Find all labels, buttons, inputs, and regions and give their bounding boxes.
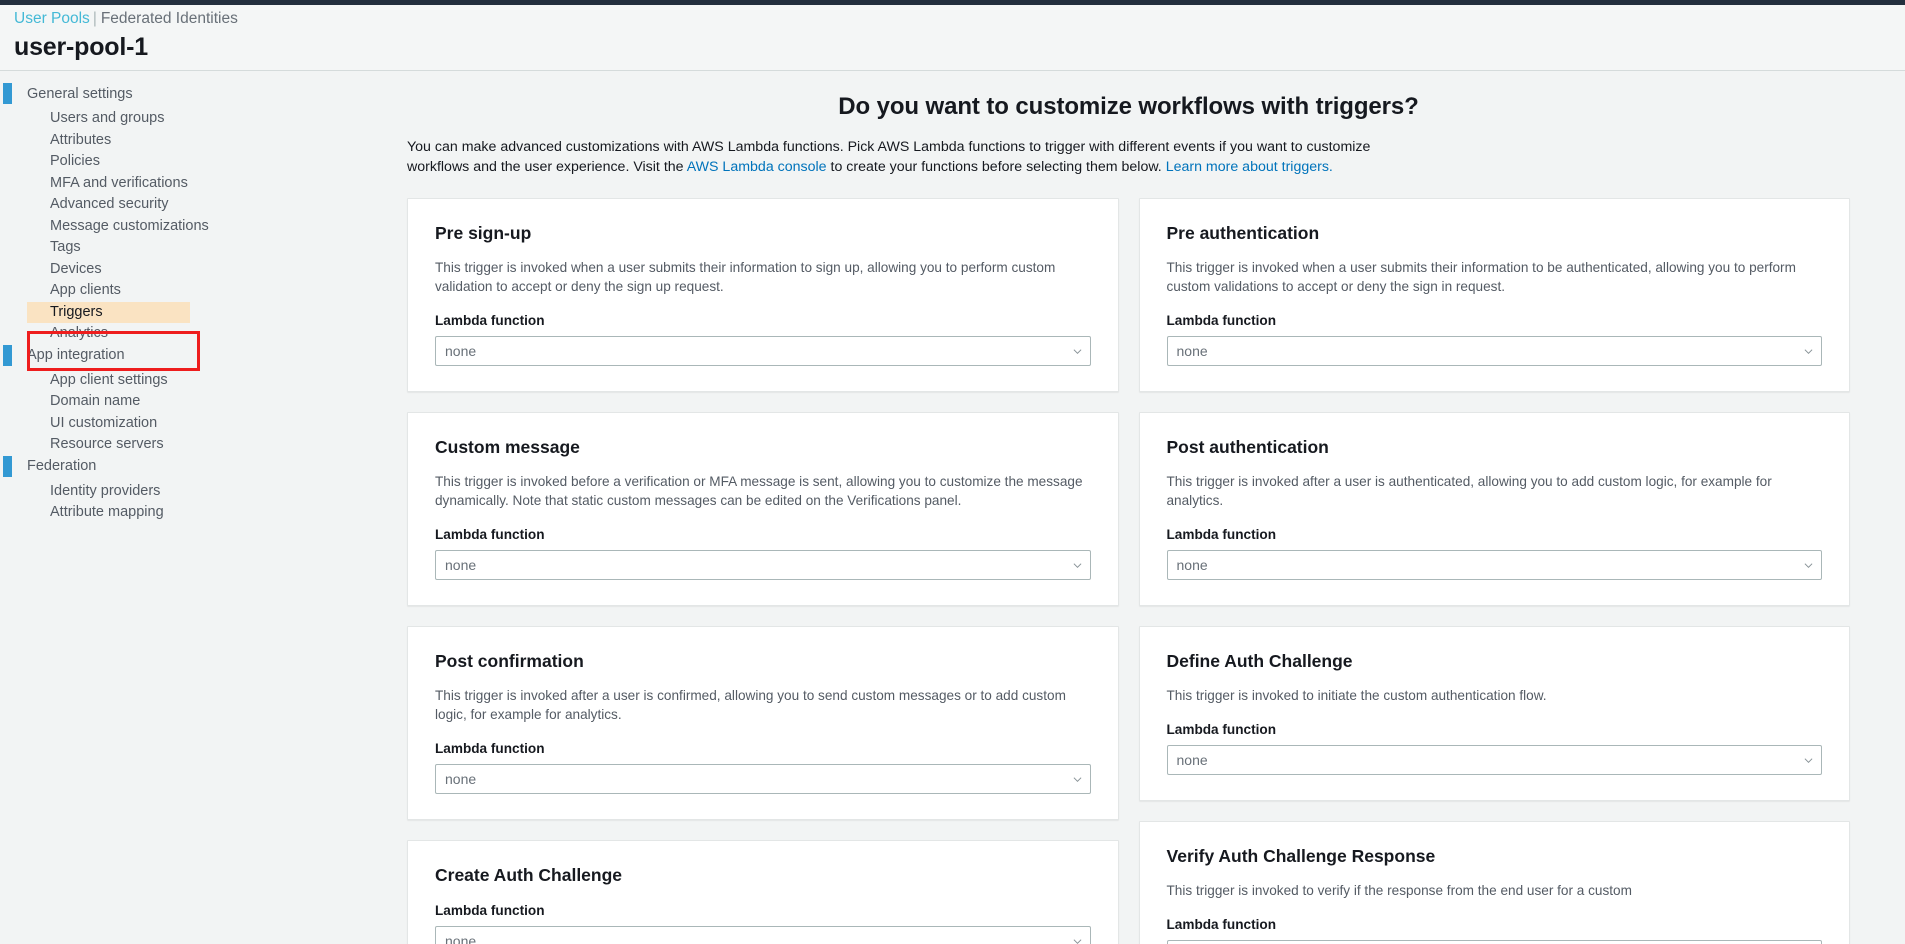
sidebar-item-resource-servers[interactable]: Resource servers [0,434,390,456]
page-title: user-pool-1 [14,32,1905,62]
card-title: Post authentication [1167,436,1823,458]
card-title: Create Auth Challenge [435,864,1091,886]
group-accent-bar [3,83,12,104]
sidebar-item-users-and-groups[interactable]: Users and groups [0,108,390,130]
lambda-function-label: Lambda function [435,902,1091,920]
trigger-card-verify-auth-challenge-response: Verify Auth Challenge Response This trig… [1139,821,1851,944]
sidebar-item-identity-providers[interactable]: Identity providers [0,481,390,503]
lambda-function-label: Lambda function [1167,916,1823,934]
lambda-function-label: Lambda function [1167,526,1823,544]
sidebar-item-ui-customization[interactable]: UI customization [0,413,390,435]
group-accent-bar [3,345,12,366]
lambda-function-label: Lambda function [1167,721,1823,739]
learn-more-about-triggers-link[interactable]: Learn more about triggers. [1166,159,1333,175]
trigger-card-post-confirmation: Post confirmation This trigger is invoke… [407,626,1119,820]
sidebar-item-domain-name[interactable]: Domain name [0,391,390,413]
page-header: User Pools|Federated Identities user-poo… [0,5,1905,71]
trigger-card-pre-sign-up: Pre sign-up This trigger is invoked when… [407,198,1119,392]
card-description: This trigger is invoked before a verific… [435,472,1091,510]
lambda-function-select[interactable]: none [1167,745,1823,775]
sidebar-item-tags[interactable]: Tags [0,237,390,259]
sidebar-group-label-app-integration[interactable]: App integration [27,347,125,363]
lambda-function-label: Lambda function [435,740,1091,758]
lambda-function-select-wrapper: none [435,764,1091,794]
card-description: This trigger is invoked when a user subm… [1167,258,1823,296]
sidebar-item-message-customizations[interactable]: Message customizations [0,216,390,238]
group-accent-bar [3,456,12,477]
sidebar-item-advanced-security[interactable]: Advanced security [0,194,390,216]
lambda-function-select[interactable]: none [435,550,1091,580]
breadcrumb-link-user-pools[interactable]: User Pools [14,10,90,27]
sidebar-item-policies[interactable]: Policies [0,151,390,173]
trigger-card-create-auth-challenge: Create Auth Challenge Lambda function no… [407,840,1119,944]
sidebar-item-attributes[interactable]: Attributes [0,130,390,152]
card-description: This trigger is invoked to initiate the … [1167,686,1823,705]
sidebar-group-general-settings[interactable]: General settings [0,83,390,104]
sidebar-item-attribute-mapping[interactable]: Attribute mapping [0,502,390,524]
trigger-card-post-authentication: Post authentication This trigger is invo… [1139,412,1851,606]
lambda-function-select[interactable]: none [1167,550,1823,580]
lambda-function-select[interactable]: none [435,764,1091,794]
card-title: Custom message [435,436,1091,458]
aws-lambda-console-link[interactable]: AWS Lambda console [687,159,827,175]
lambda-function-select-wrapper: none [435,336,1091,366]
lambda-function-select[interactable]: none [435,926,1091,944]
card-description: This trigger is invoked when a user subm… [435,258,1091,296]
trigger-card-define-auth-challenge: Define Auth Challenge This trigger is in… [1139,626,1851,801]
card-title: Post confirmation [435,650,1091,672]
trigger-cards-left-column: Pre sign-up This trigger is invoked when… [407,198,1119,944]
main-description: You can make advanced customizations wit… [407,138,1407,177]
lambda-function-select[interactable]: none [1167,336,1823,366]
sidebar-group-label-federation[interactable]: Federation [27,458,96,474]
sidebar-item-devices[interactable]: Devices [0,259,390,281]
trigger-card-custom-message: Custom message This trigger is invoked b… [407,412,1119,606]
trigger-card-pre-authentication: Pre authentication This trigger is invok… [1139,198,1851,392]
lambda-function-select[interactable]: none [435,336,1091,366]
card-description: This trigger is invoked after a user is … [435,686,1091,724]
sidebar-item-app-clients[interactable]: App clients [0,280,390,302]
trigger-cards-right-column: Pre authentication This trigger is invok… [1139,198,1851,944]
lambda-function-select-wrapper: none [1167,336,1823,366]
sidebar-item-app-client-settings[interactable]: App client settings [0,370,390,392]
main-content: Do you want to customize workflows with … [390,71,1905,944]
lambda-function-select-wrapper: none [435,926,1091,944]
sidebar-navigation: General settings Users and groups Attrib… [0,71,390,524]
lambda-function-select-wrapper: none [1167,550,1823,580]
main-heading: Do you want to customize workflows with … [407,92,1850,122]
description-text-part-2: to create your functions before selectin… [827,159,1166,175]
breadcrumb: User Pools|Federated Identities [14,9,1905,29]
lambda-function-label: Lambda function [435,312,1091,330]
trigger-cards-grid: Pre sign-up This trigger is invoked when… [407,198,1850,944]
lambda-function-select-wrapper: none [1167,940,1823,944]
card-description: This trigger is invoked after a user is … [1167,472,1823,510]
page-body: General settings Users and groups Attrib… [0,71,1905,944]
sidebar-group-app-integration[interactable]: App integration [0,345,390,366]
card-title: Pre sign-up [435,222,1091,244]
card-title: Define Auth Challenge [1167,650,1823,672]
card-title: Verify Auth Challenge Response [1167,845,1823,867]
card-title: Pre authentication [1167,222,1823,244]
lambda-function-label: Lambda function [1167,312,1823,330]
lambda-function-select-wrapper: none [1167,745,1823,775]
breadcrumb-separator: | [93,10,97,27]
lambda-function-select-wrapper: none [435,550,1091,580]
sidebar-group-label-general-settings[interactable]: General settings [27,86,133,102]
sidebar-item-analytics[interactable]: Analytics [0,323,390,345]
breadcrumb-link-federated-identities[interactable]: Federated Identities [101,10,238,27]
lambda-function-label: Lambda function [435,526,1091,544]
sidebar-item-mfa-and-verifications[interactable]: MFA and verifications [0,173,390,195]
sidebar-group-federation[interactable]: Federation [0,456,390,477]
lambda-function-select[interactable]: none [1167,940,1823,944]
sidebar-item-triggers[interactable]: Triggers [27,302,190,324]
card-description: This trigger is invoked to verify if the… [1167,881,1823,900]
